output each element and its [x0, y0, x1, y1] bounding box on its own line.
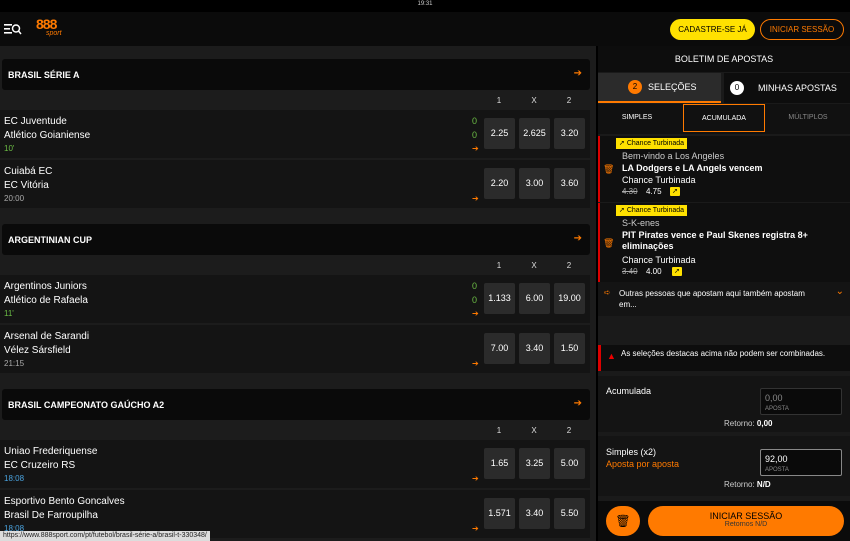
share-icon: ➪	[604, 288, 611, 297]
league-header[interactable]: ARGENTINIAN CUP ➔	[2, 224, 590, 255]
odd-button[interactable]: 6.00	[519, 283, 550, 314]
match-row[interactable]: Argentinos Juniors Atlético de Rafaela 1…	[0, 275, 590, 323]
arrow-right-icon: ➔	[472, 194, 479, 203]
betslip-login-button[interactable]: INICIAR SESSÃO Retornos N/D	[648, 506, 844, 536]
odd-button[interactable]: 3.40	[519, 498, 550, 529]
odd-button[interactable]: 2.20	[484, 168, 515, 199]
tab-selections[interactable]: 2 SELEÇÕES	[598, 73, 721, 103]
tab-acumulada[interactable]: ACUMULADA	[683, 104, 765, 132]
match-row[interactable]: Cuiabá EC EC Vitória 20:00 ➔ 2.20 3.00 3…	[0, 160, 590, 208]
odd-button[interactable]: 1.133	[484, 283, 515, 314]
odd-button[interactable]: 3.25	[519, 448, 550, 479]
selections-count-badge: 2	[628, 80, 642, 94]
arrow-right-icon: ➔	[472, 524, 479, 533]
single-stake: Simples (x2) Aposta por aposta 92,00 APO…	[598, 436, 850, 496]
boost-icon: ➚	[619, 207, 625, 214]
match-row[interactable]: Uniao Frederiquense EC Cruzeiro RS 18:08…	[0, 440, 590, 488]
betslip-panel: BOLETIM DE APOSTAS 2 SELEÇÕES 0 MINHAS A…	[598, 46, 850, 541]
trash-icon: 🗑	[615, 514, 631, 528]
odd-button[interactable]: 3.20	[554, 118, 585, 149]
arrow-right-icon: ➔	[472, 474, 479, 483]
betslip-title: BOLETIM DE APOSTAS	[598, 46, 850, 72]
odd-button[interactable]: 3.00	[519, 168, 550, 199]
odd-button[interactable]: 7.00	[484, 333, 515, 364]
odd-button[interactable]: 1.50	[554, 333, 585, 364]
odd-button[interactable]: 5.00	[554, 448, 585, 479]
warning-message: ▲ As seleções destacas acima não podem s…	[598, 345, 850, 371]
signup-button[interactable]: CADASTRE-SE JÁ	[670, 19, 755, 40]
odd-button[interactable]: 2.625	[519, 118, 550, 149]
warning-icon: ▲	[607, 351, 616, 361]
league-header[interactable]: BRASIL SÉRIE A ➔	[2, 59, 590, 90]
menu-search-icon[interactable]	[4, 23, 22, 35]
odd-button[interactable]: 3.40	[519, 333, 550, 364]
tab-multiplos[interactable]: MÚLTIPLOS	[783, 104, 833, 132]
match-row[interactable]: Arsenal de Sarandi Vélez Sársfield 21:15…	[0, 325, 590, 373]
selection-card: ➚ Chance Turbinada 🗑 S-K-enes PIT Pirate…	[598, 203, 850, 282]
odd-button[interactable]: 5.50	[554, 498, 585, 529]
others-also-bet[interactable]: ➪ Outras pessoas que apostam aqui também…	[598, 282, 850, 316]
single-stake-input[interactable]: 92,00 APOSTA	[760, 449, 842, 476]
arrow-right-icon: ➔	[573, 398, 582, 409]
odd-button[interactable]: 1.571	[484, 498, 515, 529]
bet-type-tabs: SIMPLES ACUMULADA MÚLTIPLOS	[598, 104, 850, 134]
odd-button[interactable]: 3.60	[554, 168, 585, 199]
selection-card: ➚ Chance Turbinada 🗑 Bem-vindo a Los Ang…	[598, 136, 850, 202]
betslip-footer: 🗑 INICIAR SESSÃO Retornos N/D	[598, 501, 850, 541]
boost-icon: ➚	[619, 140, 625, 147]
arrow-right-icon: ➔	[472, 359, 479, 368]
arrow-right-icon: ➔	[472, 309, 479, 318]
tab-simples[interactable]: SIMPLES	[612, 104, 662, 132]
chevron-down-icon: ⌄	[835, 286, 844, 297]
match-row[interactable]: EC Juventude Atlético Goianiense 10' 0 0…	[0, 110, 590, 158]
acc-stake-input[interactable]: 0,00 APOSTA	[760, 388, 842, 415]
status-bar-time: 19:31	[417, 1, 433, 7]
boost-icon: ➚	[670, 187, 680, 196]
trash-icon[interactable]: 🗑	[603, 238, 614, 249]
top-bar: 888 sport CADASTRE-SE JÁ INICIAR SESSÃO	[0, 12, 850, 46]
accumulator-stake: Acumulada 0,00 APOSTA Retorno: 0,00	[598, 376, 850, 432]
odd-button[interactable]: 19.00	[554, 283, 585, 314]
events-list: BRASIL SÉRIE A ➔ 1 X 2 EC Juventude Atlé…	[0, 46, 596, 541]
tab-my-bets[interactable]: 0 MINHAS APOSTAS	[724, 73, 850, 103]
login-button[interactable]: INICIAR SESSÃO	[760, 19, 844, 40]
boost-tag: ➚ Chance Turbinada	[616, 138, 688, 149]
status-url: https://www.888sport.com/pt/futebol/bras…	[0, 531, 210, 541]
boost-icon: ➚	[672, 267, 682, 276]
odd-button[interactable]: 2.25	[484, 118, 515, 149]
arrow-right-icon: ➔	[573, 233, 582, 244]
boost-tag: ➚ Chance Turbinada	[616, 205, 688, 216]
trash-icon[interactable]: 🗑	[603, 164, 614, 175]
clear-betslip-button[interactable]: 🗑	[606, 506, 640, 536]
888sport-logo[interactable]: 888 sport	[36, 17, 66, 43]
arrow-right-icon: ➔	[573, 68, 582, 79]
odd-button[interactable]: 1.65	[484, 448, 515, 479]
league-header[interactable]: BRASIL CAMPEONATO GAÚCHO A2 ➔	[2, 389, 590, 420]
my-bets-count-badge: 0	[730, 81, 744, 95]
arrow-right-icon: ➔	[472, 144, 479, 153]
